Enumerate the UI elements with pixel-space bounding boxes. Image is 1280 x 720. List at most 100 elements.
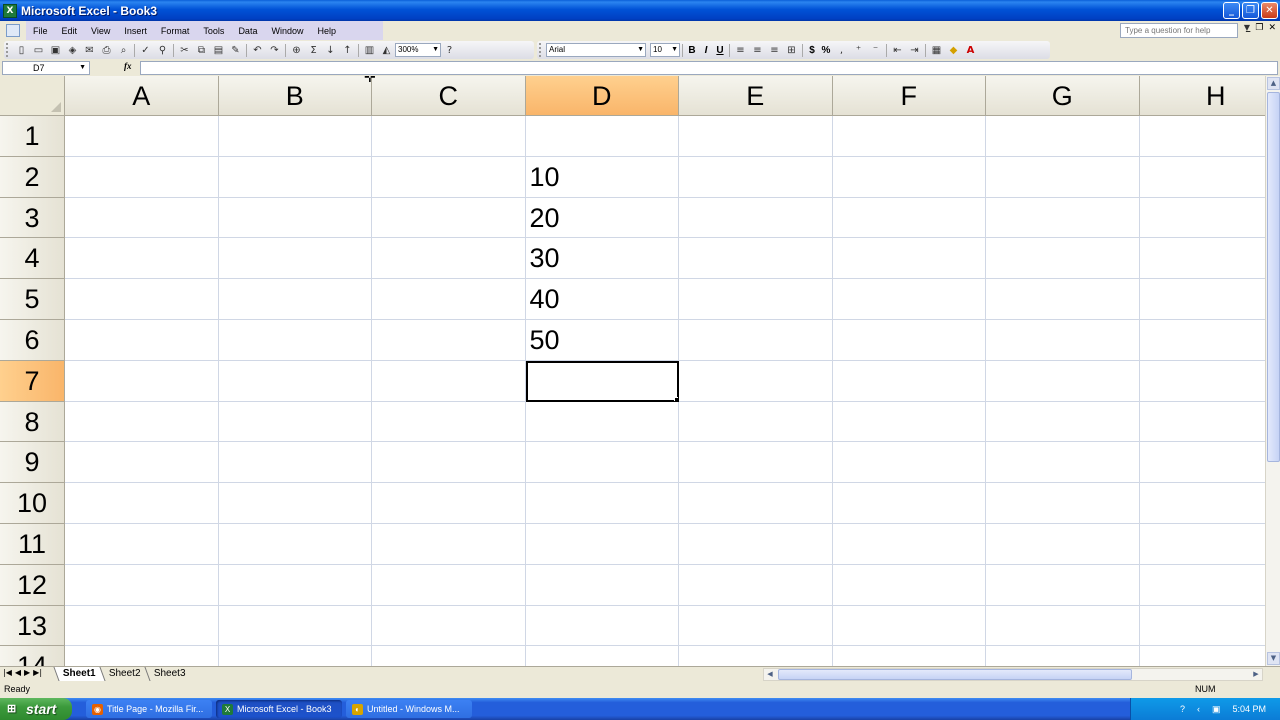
cell-a7[interactable] [65, 360, 219, 402]
select-all-button[interactable] [0, 76, 65, 116]
print-preview-icon[interactable]: ⌕ [117, 44, 130, 57]
cell-e9[interactable] [679, 442, 833, 484]
cell-e8[interactable] [679, 401, 833, 443]
cell-g12[interactable] [986, 564, 1140, 606]
cell-b9[interactable] [218, 442, 372, 484]
cut-icon[interactable]: ✂ [178, 44, 191, 57]
taskbar-button-0[interactable]: ◉ Title Page - Mozilla Fir... [86, 700, 212, 718]
cell-f10[interactable] [832, 483, 986, 524]
tab-sheet2[interactable]: Sheet2 [99, 667, 150, 681]
cell-g6[interactable] [986, 319, 1140, 361]
cell-e12[interactable] [679, 564, 833, 606]
cell-d6[interactable]: 50 [525, 319, 679, 361]
new-icon[interactable]: ▯ [15, 44, 28, 57]
print-icon[interactable]: ⎙ [100, 44, 113, 57]
cell-b2[interactable] [218, 156, 372, 198]
cell-f6[interactable] [832, 319, 986, 361]
cell-b13[interactable] [218, 605, 372, 647]
next-sheet-icon[interactable]: ▶ [24, 668, 30, 677]
italic-button[interactable]: I [699, 45, 713, 56]
cell-c12[interactable] [372, 564, 526, 606]
cell-c14[interactable] [372, 646, 526, 666]
menu-data[interactable]: Data [231, 26, 264, 36]
cell-f7[interactable] [832, 360, 986, 402]
cell-a13[interactable] [65, 605, 219, 647]
cell-e11[interactable] [679, 523, 833, 565]
row-header-5[interactable]: 5 [0, 279, 65, 320]
row-header-8[interactable]: 8 [0, 401, 65, 443]
start-button[interactable]: ⊞ start [0, 698, 72, 720]
cell-d12[interactable] [525, 564, 679, 606]
cell-a14[interactable] [65, 646, 219, 666]
cell-d11[interactable] [525, 523, 679, 565]
cell-g11[interactable] [986, 523, 1140, 565]
percent-style-button[interactable]: % [819, 45, 833, 56]
underline-button[interactable]: U [713, 45, 727, 56]
format-painter-icon[interactable]: ✎ [229, 44, 242, 57]
cell-f1[interactable] [832, 116, 986, 157]
cell-h13[interactable] [1139, 606, 1265, 647]
undo-icon[interactable]: ↶ [251, 44, 264, 57]
align-center-icon[interactable]: ≡ [751, 44, 764, 57]
cell-c5[interactable] [372, 279, 526, 320]
column-header-a[interactable]: A [65, 76, 219, 116]
align-left-icon[interactable]: ≡ [734, 44, 747, 57]
decrease-indent-icon[interactable]: ⇤ [891, 44, 904, 57]
column-header-h[interactable]: H [1139, 76, 1265, 116]
row-header-9[interactable]: 9 [0, 442, 65, 484]
cell-g5[interactable] [986, 279, 1140, 320]
row-header-7[interactable]: 7 [0, 360, 65, 402]
row-header-2[interactable]: 2 [0, 156, 65, 198]
cell-a3[interactable] [65, 197, 219, 239]
cell-h6[interactable] [1139, 320, 1265, 361]
menu-view[interactable]: View [84, 26, 117, 36]
cell-c4[interactable] [372, 238, 526, 280]
cell-h5[interactable] [1139, 279, 1265, 320]
comma-style-icon[interactable]: , [835, 44, 848, 57]
cell-e7[interactable] [679, 360, 833, 402]
scroll-up-icon[interactable]: ▲ [1267, 77, 1280, 90]
cell-h12[interactable] [1139, 565, 1265, 606]
vertical-scroll-thumb[interactable] [1267, 92, 1280, 462]
cell-g9[interactable] [986, 442, 1140, 484]
email-icon[interactable]: ✉ [83, 44, 96, 57]
cell-c10[interactable] [372, 483, 526, 524]
cell-g3[interactable] [986, 197, 1140, 239]
cell-b6[interactable] [218, 319, 372, 361]
copy-icon[interactable]: ⧉ [195, 44, 208, 57]
cell-c8[interactable] [372, 401, 526, 443]
cell-f13[interactable] [832, 605, 986, 647]
cell-a6[interactable] [65, 319, 219, 361]
cell-e5[interactable] [679, 279, 833, 320]
font-size-select[interactable]: 10 ▼ [650, 43, 680, 57]
font-color-icon[interactable]: A [964, 44, 977, 57]
borders-icon[interactable]: ▦ [930, 44, 943, 57]
help-icon[interactable]: ? [443, 44, 456, 57]
cell-a4[interactable] [65, 238, 219, 280]
cell-h11[interactable] [1139, 524, 1265, 565]
toolbar-grip[interactable] [539, 43, 544, 57]
name-box[interactable]: D7 ▼ [2, 61, 90, 75]
cell-b1[interactable] [218, 116, 372, 157]
cell-a9[interactable] [65, 442, 219, 484]
cell-c3[interactable] [372, 197, 526, 239]
help-question-input[interactable]: Type a question for help [1120, 23, 1238, 38]
first-sheet-icon[interactable]: |◀ [3, 668, 12, 677]
close-button[interactable]: ✕ [1261, 2, 1278, 19]
toolbar-grip[interactable] [6, 43, 11, 57]
network-icon[interactable]: ▣ [1212, 704, 1221, 715]
cell-e4[interactable] [679, 238, 833, 280]
scroll-down-icon[interactable]: ▼ [1267, 652, 1280, 665]
cell-f3[interactable] [832, 197, 986, 239]
cell-c9[interactable] [372, 442, 526, 484]
title-bar[interactable]: X Microsoft Excel - Book3 _ ❐ ✕ [0, 0, 1280, 21]
cell-c11[interactable] [372, 523, 526, 565]
cell-h3[interactable] [1139, 198, 1265, 239]
cell-a8[interactable] [65, 401, 219, 443]
row-header-11[interactable]: 11 [0, 523, 65, 565]
column-header-f[interactable]: F [832, 76, 986, 116]
cell-b14[interactable] [219, 646, 372, 666]
cell-h14[interactable] [1140, 646, 1266, 666]
cell-b11[interactable] [218, 523, 372, 565]
cell-d14[interactable] [526, 646, 679, 666]
